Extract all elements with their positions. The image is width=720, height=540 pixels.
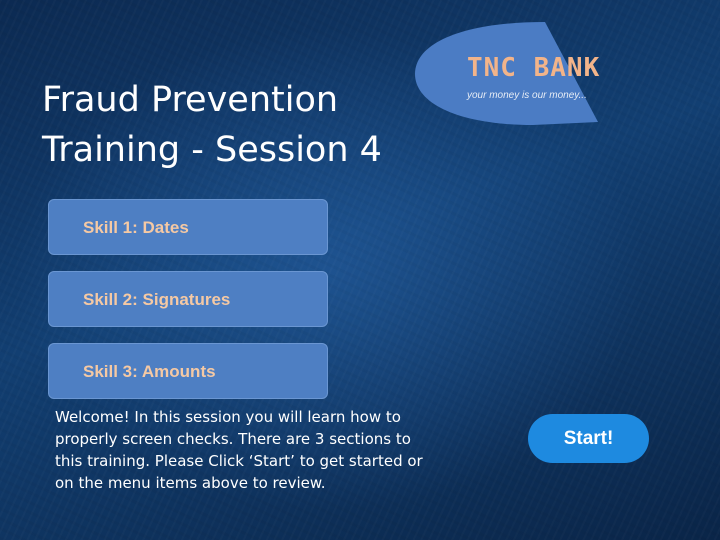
skill-3-amounts-button[interactable]: Skill 3: Amounts [48, 343, 328, 399]
start-button[interactable]: Start! [528, 414, 649, 463]
bank-logo: TNC BANK your money is our money... [415, 22, 600, 125]
welcome-text: Welcome! In this session you will learn … [55, 408, 423, 492]
page-title: Fraud Prevention Training - Session 4 [42, 80, 382, 170]
bank-tagline: your money is our money... [467, 90, 587, 101]
bank-name: TNC BANK [467, 53, 601, 83]
skill-2-signatures-button[interactable]: Skill 2: Signatures [48, 271, 328, 327]
skill-1-dates-button[interactable]: Skill 1: Dates [48, 199, 328, 255]
